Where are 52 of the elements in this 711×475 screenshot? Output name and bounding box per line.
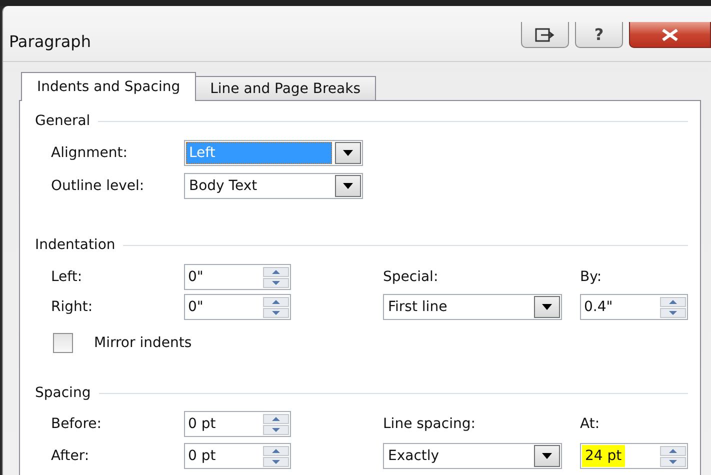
spin-down-icon[interactable]: [263, 456, 289, 466]
dropdown[interactable]: First line: [383, 294, 562, 320]
dropdown-button[interactable]: [534, 445, 560, 467]
dropdown[interactable]: Exactly: [383, 443, 562, 469]
spin-up-icon[interactable]: [263, 266, 289, 276]
spin-field[interactable]: 24 pt: [580, 443, 688, 469]
dropdown-arrow-icon: [343, 183, 353, 189]
field-label: Line spacing:: [383, 416, 476, 432]
restore-button[interactable]: [521, 22, 569, 48]
spin-down-icon[interactable]: [660, 308, 686, 318]
spin-down-icon[interactable]: [263, 424, 289, 434]
section-heading: General: [35, 113, 90, 129]
spin-down-icon[interactable]: [263, 308, 289, 318]
spin-field[interactable]: 0": [184, 264, 291, 290]
field-label: Special:: [383, 269, 440, 285]
spin-up-icon[interactable]: [263, 296, 289, 306]
close-icon: [661, 28, 679, 40]
spin-field[interactable]: 0": [184, 294, 291, 320]
spin-field[interactable]: 0 pt: [184, 443, 291, 469]
spin-up-icon[interactable]: [660, 296, 686, 306]
dropdown-arrow-icon: [542, 453, 552, 459]
dropdown[interactable]: Body Text: [184, 173, 363, 199]
section-heading: Indentation: [35, 237, 116, 253]
checkbox-label[interactable]: Mirror indents: [94, 335, 192, 351]
dropdown-button[interactable]: [534, 296, 560, 318]
field-label: Outline level:: [51, 178, 146, 194]
window-icon: [535, 28, 555, 42]
field-label: Alignment:: [51, 145, 128, 161]
spin-down-icon[interactable]: [263, 278, 289, 288]
spin-up-icon[interactable]: [660, 446, 686, 456]
spin-up-icon[interactable]: [263, 414, 289, 424]
tab[interactable]: Indents and Spacing: [21, 72, 196, 101]
spin-up-icon[interactable]: [263, 446, 289, 456]
field-label: Before:: [51, 416, 102, 432]
field-label: At:: [580, 416, 601, 432]
checkbox[interactable]: [53, 333, 73, 353]
field-label: Left:: [51, 269, 84, 285]
field-label: Right:: [51, 299, 94, 315]
spin-field[interactable]: 0.4": [580, 294, 688, 320]
spin-field[interactable]: 0 pt: [184, 411, 291, 437]
section-heading: Spacing: [35, 385, 91, 401]
dropdown-arrow-icon: [542, 304, 552, 310]
help-button[interactable]: ?: [575, 22, 623, 48]
dropdown-button[interactable]: [335, 175, 361, 197]
close-button[interactable]: [629, 22, 711, 48]
dropdown-button[interactable]: [335, 142, 361, 164]
field-label: By:: [580, 269, 603, 285]
tab[interactable]: Line and Page Breaks: [195, 76, 376, 101]
field-label: After:: [51, 448, 90, 464]
dropdown-arrow-icon: [343, 150, 353, 156]
window-title: Paragraph: [9, 32, 91, 51]
spin-down-icon[interactable]: [660, 456, 686, 466]
